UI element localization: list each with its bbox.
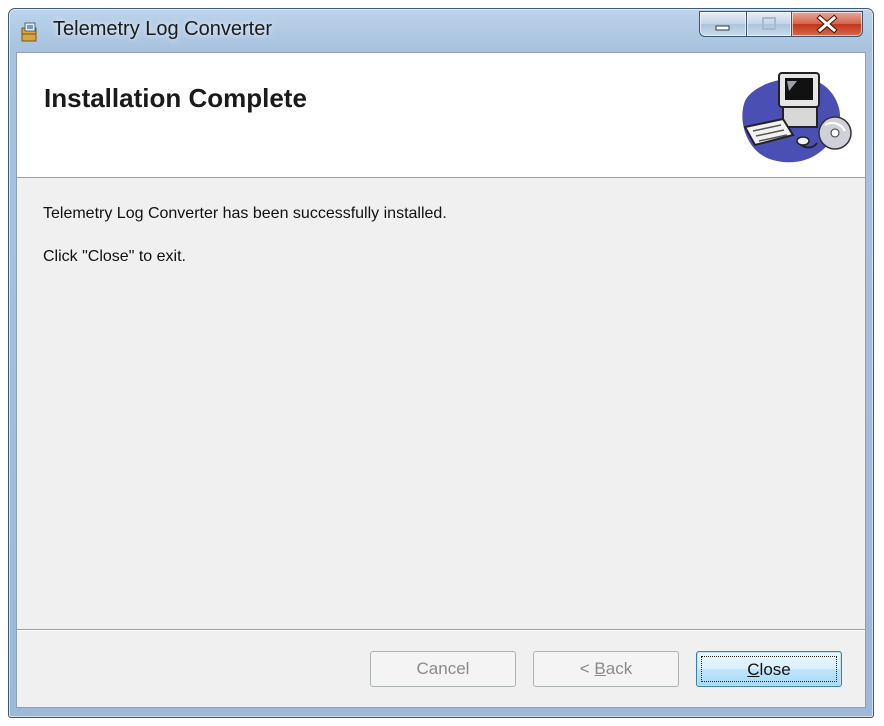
close-button-mnemonic: C <box>747 660 760 679</box>
close-icon <box>816 14 838 34</box>
maximize-icon <box>762 17 776 30</box>
success-message: Telemetry Log Converter has been success… <box>43 205 447 222</box>
close-window-button[interactable] <box>791 11 863 37</box>
back-button-mnemonic: B <box>594 659 606 678</box>
back-button-prefix: < <box>579 659 595 678</box>
focus-rectangle: Close <box>701 656 837 682</box>
footer-divider <box>17 629 865 631</box>
cancel-button-label: Cancel <box>416 659 470 678</box>
computer-setup-graphic <box>742 72 852 163</box>
maximize-button[interactable] <box>746 11 792 37</box>
close-button-label: lose <box>759 660 791 679</box>
close-button[interactable]: Close <box>696 651 842 687</box>
header-banner: Installation Complete <box>17 53 865 178</box>
back-button-label: ack <box>605 659 633 678</box>
page-title: Installation Complete <box>44 83 307 113</box>
dialog-client-area: Installation Complete Telemetry Log Conv… <box>16 52 866 708</box>
caption-buttons <box>699 11 867 43</box>
window-title: Telemetry Log Converter <box>53 18 272 40</box>
installer-window: Telemetry Log Converter Installation Com… <box>8 8 874 718</box>
minimize-icon <box>715 25 730 31</box>
title-bar[interactable]: Telemetry Log Converter <box>9 9 873 53</box>
back-button[interactable]: < Back <box>533 651 679 687</box>
cancel-button[interactable]: Cancel <box>370 651 516 687</box>
minimize-button[interactable] <box>699 11 747 37</box>
installer-icon <box>21 22 37 42</box>
exit-instruction: Click "Close" to exit. <box>43 248 186 265</box>
